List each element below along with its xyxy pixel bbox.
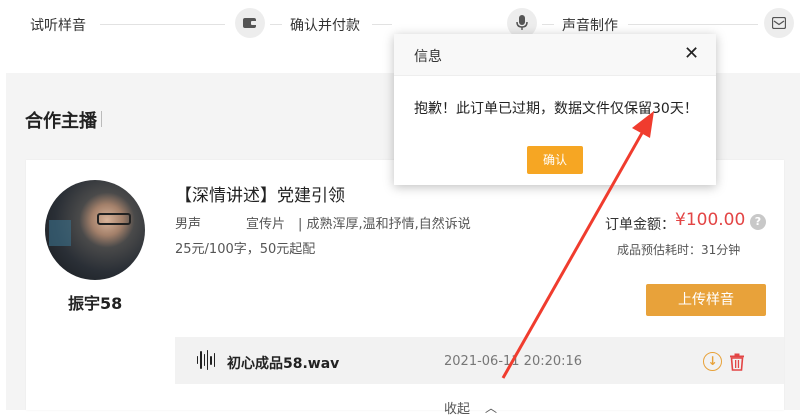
file-name: 初心成品58.wav <box>227 356 340 372</box>
voice-gender: 男声 <box>175 217 202 232</box>
anchor-name: 振宇58 <box>68 294 123 313</box>
help-icon[interactable]: ? <box>750 214 766 230</box>
upload-sample-button[interactable]: 上传样音 <box>646 284 766 316</box>
step-connector <box>100 24 225 25</box>
work-title: 【深情讲述】党建引领 <box>175 186 345 206</box>
inbox-icon <box>764 8 794 38</box>
file-timestamp: 2021-06-11 20:20:16 <box>444 354 583 369</box>
audio-file-icon <box>197 349 215 371</box>
dialog-header: 信息 ✕ <box>394 34 716 76</box>
section-divider <box>101 111 102 127</box>
avatar <box>45 180 145 280</box>
voice-styles: | 成熟浑厚,温和抒情,自然诉说 <box>298 217 471 232</box>
dialog-message: 抱歉！此订单已过期，数据文件仅保留30天！ <box>414 101 698 117</box>
collapse-toggle[interactable]: 收起 <box>444 398 470 417</box>
step-label-audition: 试听样音 <box>30 18 86 34</box>
chevron-up-icon[interactable]: ︿ <box>485 399 497 416</box>
price-info: 25元/100字，50元起配 <box>175 242 316 257</box>
step-label-production: 声音制作 <box>562 18 618 34</box>
voice-category: 宣传片 <box>246 217 286 232</box>
dialog-title: 信息 <box>414 49 442 65</box>
section-title: 合作主播 <box>25 111 97 132</box>
confirm-button[interactable]: 确认 <box>527 146 583 174</box>
order-amount-value: ¥100.00 <box>675 210 746 230</box>
order-amount-label: 订单金额： <box>605 217 675 233</box>
trash-icon[interactable] <box>729 353 745 371</box>
step-label-confirm-pay: 确认并付款 <box>290 18 360 34</box>
close-icon[interactable]: ✕ <box>684 44 699 64</box>
step-connector <box>628 24 758 25</box>
step-connector <box>270 24 282 25</box>
step-connector <box>372 24 392 25</box>
estimated-time: 成品预估耗时：31分钟 <box>617 243 741 257</box>
step-connector <box>542 24 554 25</box>
info-dialog: 信息 ✕ 抱歉！此订单已过期，数据文件仅保留30天！ 确认 <box>394 34 716 185</box>
download-icon[interactable]: ↓ <box>703 352 722 371</box>
wallet-icon <box>235 8 265 38</box>
